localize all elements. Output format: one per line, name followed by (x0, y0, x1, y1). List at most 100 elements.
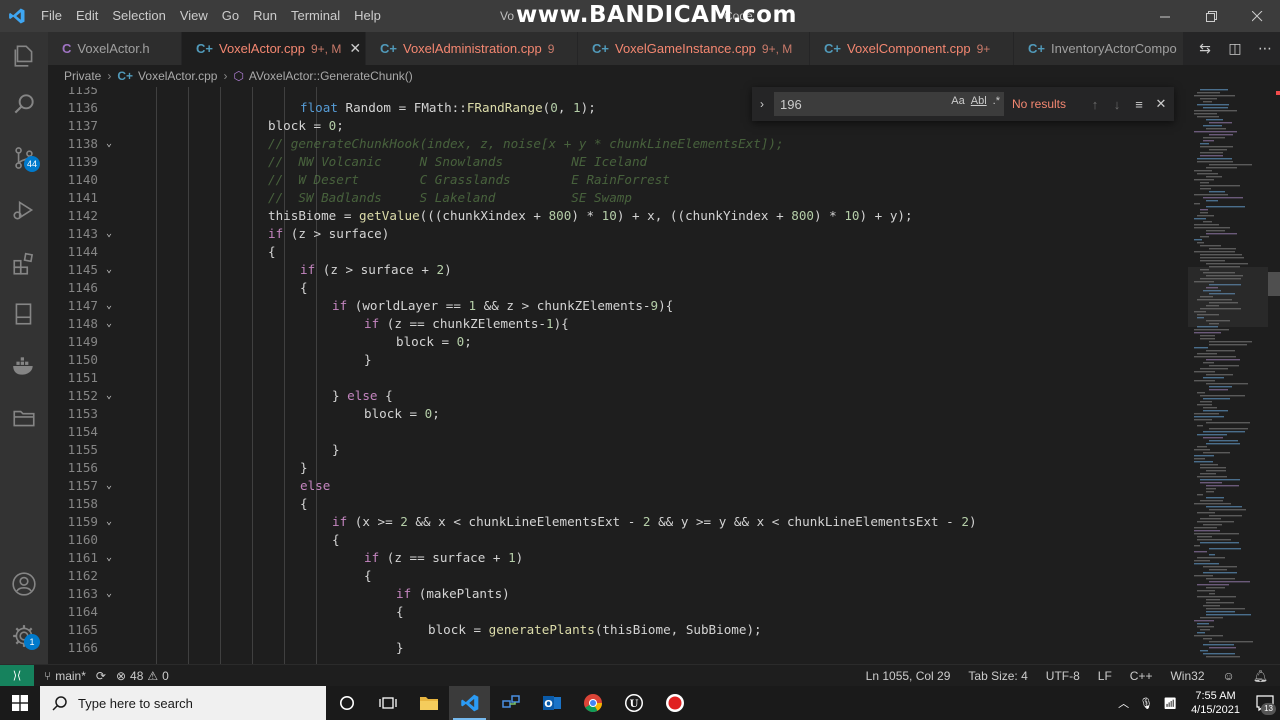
minimap-line (1197, 623, 1209, 625)
open-changes-icon[interactable]: ⇆ (1190, 41, 1220, 57)
cortana-icon[interactable] (326, 686, 367, 720)
code-token: ) * (571, 208, 602, 223)
code-text: { (300, 279, 308, 297)
docker-icon[interactable] (0, 342, 48, 390)
whole-word-toggle[interactable]: Abl (971, 95, 987, 107)
fold-chevron-icon[interactable]: ⌄ (106, 225, 118, 243)
next-match-arrow-down-icon[interactable]: ↓ (1106, 97, 1128, 112)
toggle-replace-chevron-icon[interactable]: › (752, 97, 772, 111)
task-view-icon[interactable] (367, 686, 408, 720)
account-icon[interactable] (0, 560, 48, 608)
menu-help[interactable]: Help (347, 0, 388, 32)
minimap[interactable] (1188, 87, 1268, 664)
bandicam-record-icon[interactable] (654, 686, 695, 720)
more-actions-icon[interactable]: ⋯ (1250, 41, 1280, 57)
notifications-bell-icon[interactable]: 🔔︎ (1253, 669, 1268, 683)
end-of-line[interactable]: LF (1098, 669, 1112, 683)
tab-size[interactable]: Tab Size: 4 (968, 669, 1027, 683)
clock[interactable]: 7:55 AM 4/15/2021 (1191, 689, 1240, 717)
language-mode[interactable]: C++ (1130, 669, 1153, 683)
fold-chevron-icon[interactable]: ⌄ (106, 315, 118, 333)
close-icon[interactable]: ✕ (349, 40, 361, 57)
close-find-icon[interactable]: ✕ (1150, 96, 1172, 112)
close-window-button[interactable] (1234, 0, 1280, 32)
search-icon[interactable] (0, 80, 48, 128)
window-title-left: Vo (500, 9, 515, 23)
tab-voxelcomponent-cpp[interactable]: C+ VoxelComponent.cpp 9+ (810, 32, 1014, 65)
encoding[interactable]: UTF-8 (1046, 669, 1080, 683)
vertical-scrollbar[interactable] (1268, 87, 1280, 664)
run-debug-icon[interactable] (0, 186, 48, 234)
tab-voxelactor-cpp[interactable]: C+ VoxelActor.cpp 9+, M ✕ (182, 32, 366, 65)
previous-match-arrow-up-icon[interactable]: ↑ (1084, 97, 1106, 112)
fold-chevron-icon[interactable]: ⌄ (106, 135, 118, 153)
code-text: float Random = FMath::FRandRange(0, 1); (300, 99, 596, 117)
minimap-line (1194, 620, 1214, 622)
outlook-icon[interactable]: O (531, 686, 572, 720)
fold-chevron-icon[interactable]: ⌄ (106, 297, 118, 315)
find-input[interactable]: 196 Aa Abl .* (774, 92, 1004, 116)
minimap-line (1200, 155, 1223, 157)
source-control-icon[interactable]: 44 (0, 134, 48, 182)
menu-go[interactable]: Go (215, 0, 246, 32)
wifi-icon[interactable]: 📶︎ (1163, 697, 1177, 710)
fold-chevron-icon[interactable]: ⌄ (106, 585, 118, 603)
show-hidden-icons-chevron-icon[interactable]: ︿ (1118, 695, 1129, 711)
code-token: 1 (468, 298, 477, 313)
tab-voxelactor-h[interactable]: C VoxelActor.h (48, 32, 182, 65)
scrollbar-thumb[interactable] (1268, 272, 1280, 296)
tab-voxelgameinstance-cpp[interactable]: C+ VoxelGameInstance.cpp 9+, M (578, 32, 810, 65)
notebook-icon[interactable] (0, 290, 48, 338)
problems-status[interactable]: ⊗ 48 ⚠ 0 (116, 669, 169, 683)
taskbar-search-box[interactable]: Type here to search (40, 686, 326, 720)
vscode-taskbar-icon[interactable] (449, 686, 490, 720)
clock-time: 7:55 AM (1195, 690, 1236, 702)
tab-voxeladministration-cpp[interactable]: C+ VoxelAdministration.cpp 9 (366, 32, 578, 65)
menu-run[interactable]: Run (246, 0, 284, 32)
menu-view[interactable]: View (173, 0, 215, 32)
cursor-position[interactable]: Ln 1055, Col 29 (866, 669, 951, 683)
minimap-line (1200, 335, 1215, 337)
fold-chevron-icon[interactable]: ⌄ (106, 513, 118, 531)
fold-chevron-icon[interactable]: ⌄ (106, 261, 118, 279)
explorer-icon[interactable] (0, 32, 48, 80)
menu-edit[interactable]: Edit (69, 0, 105, 32)
code-editor[interactable]: 1135 1136 float Random = FMath::FRandRange… (48, 87, 1188, 664)
action-center-icon[interactable]: 13 (1250, 686, 1280, 720)
manage-gear-icon[interactable]: 1 (0, 612, 48, 660)
chrome-icon[interactable] (572, 686, 613, 720)
code-text: if (z == surface + 1) (364, 549, 523, 567)
folder-icon[interactable] (0, 394, 48, 442)
breadcrumb-file[interactable]: VoxelActor.cpp (138, 69, 217, 83)
sync-icon[interactable]: ⟳ (96, 669, 106, 683)
breadcrumb-symbol[interactable]: AVoxelActor::GenerateChunk() (249, 69, 413, 83)
fold-chevron-icon[interactable]: ⌄ (106, 477, 118, 495)
restore-button[interactable] (1188, 0, 1234, 32)
file-explorer-icon[interactable] (408, 686, 449, 720)
branch-status[interactable]: ⑂ main* (44, 669, 86, 683)
fold-chevron-icon[interactable]: ⌄ (106, 549, 118, 567)
regex-toggle[interactable]: .* (993, 95, 1000, 107)
match-case-toggle[interactable]: Aa (951, 95, 964, 107)
line-number: 1142 (67, 208, 98, 223)
minimap-viewport[interactable] (1188, 267, 1268, 327)
remote-indicator-icon[interactable]: ⟩⟨ (0, 664, 34, 687)
fold-chevron-icon[interactable]: ⌄ (106, 387, 118, 405)
minimize-button[interactable] (1142, 0, 1188, 32)
platform-config[interactable]: Win32 (1170, 669, 1204, 683)
tab-inventoryactorcomponent[interactable]: C+ InventoryActorCompo (1014, 32, 1184, 65)
extensions-icon[interactable] (0, 240, 48, 288)
windows-start-icon[interactable] (0, 686, 40, 720)
microphone-icon[interactable]: 🎙︎ (1139, 697, 1153, 710)
menu-terminal[interactable]: Terminal (284, 0, 347, 32)
find-in-selection-icon[interactable]: ≡ (1128, 97, 1150, 112)
network-app-icon[interactable] (490, 686, 531, 720)
menu-file[interactable]: File (34, 0, 69, 32)
minimap-line (1209, 641, 1253, 643)
split-editor-icon[interactable]: ◫ (1220, 41, 1250, 57)
minimap-line (1209, 509, 1246, 511)
feedback-icon[interactable]: ☺ (1223, 669, 1235, 683)
unreal-engine-icon[interactable]: U (613, 686, 654, 720)
menu-selection[interactable]: Selection (105, 0, 172, 32)
breadcrumb-folder[interactable]: Private (64, 69, 101, 83)
